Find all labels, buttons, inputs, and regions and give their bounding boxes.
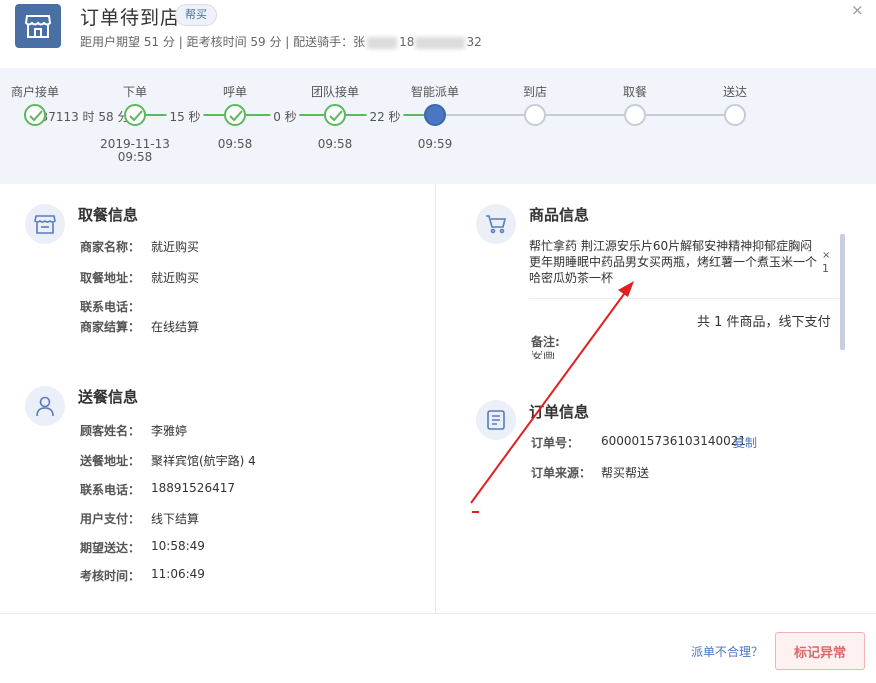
timeline-segment — [646, 114, 724, 116]
field-label: 送餐地址： — [80, 454, 141, 468]
field-label: 考核时间： — [80, 569, 141, 583]
goods-quantity: 1 — [822, 262, 829, 275]
step-duration: 15 秒 — [166, 108, 204, 125]
step-time: 09:58 — [217, 137, 253, 151]
rider-phone-blur — [415, 36, 466, 49]
field-value: 18891526417 — [151, 481, 235, 495]
goods-divider — [529, 298, 839, 299]
field-label: 订单号： — [531, 436, 580, 450]
field-value: 线下结算 — [151, 512, 200, 526]
progress-timeline: 37113 时 58 分 15 秒 0 秒 22 秒 商户接单 下单 2019-11-13 … — [0, 68, 876, 184]
field-value: 6000015736103140021 — [601, 434, 747, 448]
header: 订单待到店 帮买 距用户期望 51 分 | 距考核时间 59 分 | 配送骑手：… — [0, 0, 876, 68]
goods-scrollbar[interactable] — [840, 234, 845, 350]
copy-order-id-link[interactable]: 复制 — [733, 434, 757, 451]
step-node — [524, 104, 546, 126]
field-label: 用户支付： — [80, 512, 141, 526]
goods-total: 共 1 件商品，线下支付 — [697, 315, 831, 330]
order-type-badge: 帮买 — [175, 4, 217, 26]
rider-phone-prefix: 18 — [399, 35, 415, 49]
shop-icon — [15, 4, 61, 48]
step-time: 09:58 — [317, 137, 353, 151]
section-divider — [435, 184, 436, 614]
goods-title: 商品信息 — [529, 206, 590, 224]
field-value: 就近购买 — [151, 240, 200, 254]
dispatch-unreasonable-link[interactable]: 派单不合理？ — [691, 643, 763, 660]
step-node — [424, 104, 446, 126]
field-value: 帮买帮送 — [601, 466, 650, 480]
field-label: 联系电话： — [80, 483, 141, 497]
timeline-segment — [446, 114, 524, 116]
timeline-segment — [546, 114, 624, 116]
step-label: 到店 — [522, 85, 548, 99]
mark-exception-button[interactable]: 标记异常 — [775, 632, 865, 670]
delivery-section-icon — [25, 386, 65, 426]
field-label: 联系电话： — [80, 300, 141, 314]
goods-description: 帮忙拿药 荆江源安乐片60片解郁安神精神抑郁症胸闷更年期睡眠中药品男女买两瓶，烤… — [529, 239, 818, 285]
step-label: 下单 — [122, 85, 148, 99]
goods-multiplier: × — [822, 250, 831, 261]
check-icon — [124, 104, 146, 126]
footer-divider — [0, 613, 876, 614]
step-label: 商户接单 — [10, 85, 60, 99]
rider-name-blur — [367, 36, 398, 49]
field-label: 商家结算： — [80, 320, 141, 334]
field-value: 在线结算 — [151, 320, 200, 334]
remark-text: 安画 — [531, 351, 556, 359]
step-duration: 22 秒 — [366, 108, 404, 125]
check-icon — [224, 104, 246, 126]
step-node — [724, 104, 746, 126]
field-value: 聚祥宾馆(航宇路) 4 — [151, 454, 256, 468]
field-value: 就近购买 — [151, 271, 200, 285]
field-label: 期望送达： — [80, 541, 141, 555]
order-title: 订单信息 — [529, 403, 590, 421]
step-duration: 37113 时 58 分 — [37, 108, 133, 125]
order-subtitle: 距用户期望 51 分 | 距考核时间 59 分 | 配送骑手：张 18 32 — [80, 33, 482, 50]
field-label: 取餐地址： — [80, 271, 141, 285]
field-label: 商家名称： — [80, 240, 141, 254]
check-icon — [324, 104, 346, 126]
close-button[interactable]: × — [851, 1, 864, 19]
step-label: 呼单 — [222, 85, 248, 99]
rider-phone-tail: 32 — [466, 35, 482, 49]
field-value: 10:58:49 — [151, 539, 205, 553]
pickup-title: 取餐信息 — [78, 206, 139, 224]
field-label: 订单来源： — [531, 466, 592, 480]
cart-icon — [476, 204, 516, 244]
step-label: 智能派单 — [410, 85, 460, 99]
document-icon — [476, 400, 516, 440]
order-status-title: 订单待到店 — [80, 7, 181, 29]
subtitle-text: 距用户期望 51 分 | 距考核时间 59 分 | 配送骑手：张 — [80, 35, 366, 49]
step-label: 团队接单 — [310, 85, 360, 99]
step-node — [624, 104, 646, 126]
remark-label: 备注: — [531, 335, 560, 349]
step-duration: 0 秒 — [270, 108, 300, 125]
step-label: 送达 — [722, 85, 748, 99]
pickup-section-icon — [25, 204, 65, 244]
step-label: 取餐 — [622, 85, 648, 99]
delivery-title: 送餐信息 — [78, 388, 139, 406]
field-label: 顾客姓名： — [80, 424, 141, 438]
step-time: 09:59 — [417, 137, 453, 151]
order-detail-modal: 订单待到店 帮买 距用户期望 51 分 | 距考核时间 59 分 | 配送骑手：… — [0, 0, 876, 683]
step-time: 2019-11-13 09:58 — [100, 137, 170, 164]
field-value: 11:06:49 — [151, 567, 205, 581]
field-value: 李雅婷 — [151, 424, 188, 438]
check-icon — [24, 104, 46, 126]
